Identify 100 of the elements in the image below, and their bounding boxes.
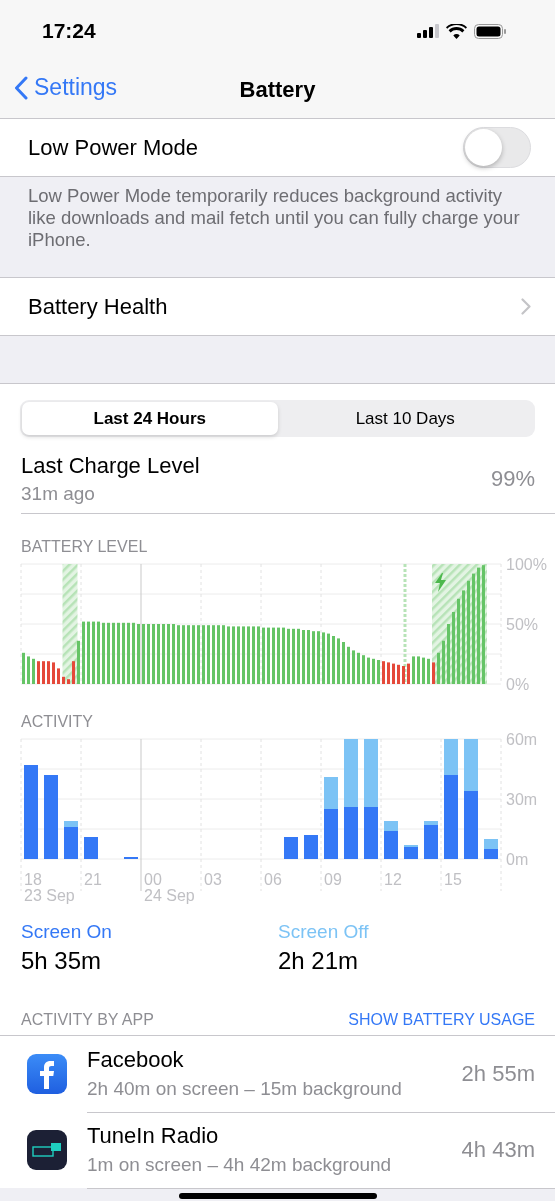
screen-on-bar — [84, 837, 98, 859]
battery-usage-link[interactable]: SHOW BATTERY USAGE — [348, 1011, 535, 1029]
battery-bar — [57, 668, 60, 684]
section-heading: ACTIVITY — [21, 712, 94, 731]
battery-health-row[interactable]: Battery Health — [0, 277, 555, 336]
toggle-switch[interactable] — [463, 127, 531, 168]
battery-bar — [172, 624, 175, 684]
date-label: 24 Sep — [144, 887, 196, 905]
battery-bar — [312, 631, 315, 684]
footer-note: Low Power Mode temporarily reduces background activity like downloads and mail fetch until you can fully charge your iPhone. — [27, 184, 521, 252]
battery-bar — [112, 622, 115, 684]
battery-bar — [222, 625, 225, 684]
app-detail: 1m on screen – 4h 42m background — [87, 1154, 393, 1176]
battery-bar — [237, 626, 240, 684]
battery-bar — [207, 625, 210, 684]
battery-bar — [192, 625, 195, 684]
screen-on-bar — [484, 849, 498, 859]
battery-bar — [392, 663, 395, 684]
screen-on-bar — [424, 825, 438, 859]
axis-label: 06 — [264, 871, 282, 888]
battery-bar — [297, 628, 300, 684]
screen-off-bar — [444, 739, 458, 775]
cell-label: Low Power Mode — [28, 134, 198, 161]
battery-bar — [107, 622, 110, 684]
battery-bar — [122, 622, 125, 684]
battery-bar — [342, 642, 345, 684]
battery-bar — [407, 663, 410, 684]
screen-on-bar — [284, 837, 298, 859]
date-label: 23 Sep — [24, 887, 76, 905]
axis-label: 15 — [444, 871, 462, 888]
back-chevron-icon — [14, 75, 28, 100]
battery-bar — [337, 638, 340, 684]
signal-icon — [417, 24, 439, 38]
battery-bar — [87, 621, 90, 684]
battery-bar — [197, 625, 200, 684]
battery-bar — [47, 661, 50, 684]
battery-bar — [177, 625, 180, 684]
screen-on-bar — [464, 791, 478, 859]
battery-bar — [37, 661, 40, 684]
battery-bar — [437, 652, 440, 684]
app-name: TuneIn Radio — [87, 1123, 220, 1149]
battery-bar — [92, 621, 95, 684]
battery-bar — [142, 624, 145, 684]
battery-icon — [474, 23, 507, 39]
screen-on-bar — [64, 827, 78, 859]
battery-bar — [442, 640, 445, 684]
battery-bar — [422, 657, 425, 684]
battery-bar — [332, 636, 335, 684]
battery-bar — [27, 656, 30, 684]
screen-off-bar — [64, 821, 78, 827]
screen-off-bar — [384, 821, 398, 831]
axis-label: 12 — [384, 871, 402, 888]
battery-bar — [22, 652, 25, 684]
battery-bar — [97, 621, 100, 684]
total-value: 5h 35m — [21, 947, 103, 975]
wifi-icon — [446, 23, 467, 39]
battery-bar — [242, 626, 245, 684]
lightning-icon — [435, 573, 446, 592]
battery-bar — [267, 627, 270, 684]
battery-bar — [387, 662, 390, 684]
app-time: 4h 43m — [461, 1136, 535, 1163]
axis-label: 50% — [506, 616, 539, 633]
axis-label: 21 — [84, 871, 102, 888]
battery-bar — [187, 625, 190, 684]
battery-bar — [352, 650, 355, 684]
battery-bar — [157, 624, 160, 684]
battery-bar — [307, 630, 310, 684]
total-value: 2h 21m — [278, 947, 360, 975]
screen-off-bar — [424, 821, 438, 825]
battery-bar — [427, 658, 430, 684]
screen-off-bar — [484, 839, 498, 849]
segment-tab[interactable]: Last 24 Hours — [22, 402, 278, 435]
total-label: Screen On — [21, 921, 113, 943]
battery-bar — [127, 622, 130, 684]
battery-bar — [232, 626, 235, 684]
battery-bar — [447, 624, 450, 684]
segment-tab[interactable]: Last 10 Days — [277, 402, 533, 435]
battery-bar — [162, 624, 165, 684]
battery-bar — [272, 627, 275, 684]
battery-bar — [412, 656, 415, 684]
battery-bar — [372, 658, 375, 684]
back-button[interactable]: Settings — [14, 74, 118, 101]
battery-bar — [132, 622, 135, 684]
screen-on-bar — [324, 809, 338, 859]
battery-bar — [257, 626, 260, 684]
battery-bar — [62, 676, 65, 684]
axis-label: 0m — [506, 851, 529, 868]
axis-label: 30m — [506, 791, 538, 808]
battery-bar — [322, 632, 325, 684]
battery-bar — [327, 633, 330, 684]
battery-bar — [152, 624, 155, 684]
screen-off-bar — [344, 739, 358, 807]
battery-bar — [367, 657, 370, 684]
battery-bar — [452, 612, 455, 684]
cell-label: Battery Health — [28, 293, 168, 320]
battery-bar — [347, 646, 350, 684]
battery-bar — [362, 655, 365, 684]
battery-bar — [227, 626, 230, 684]
battery-bar — [397, 664, 400, 684]
battery-bar — [217, 625, 220, 684]
